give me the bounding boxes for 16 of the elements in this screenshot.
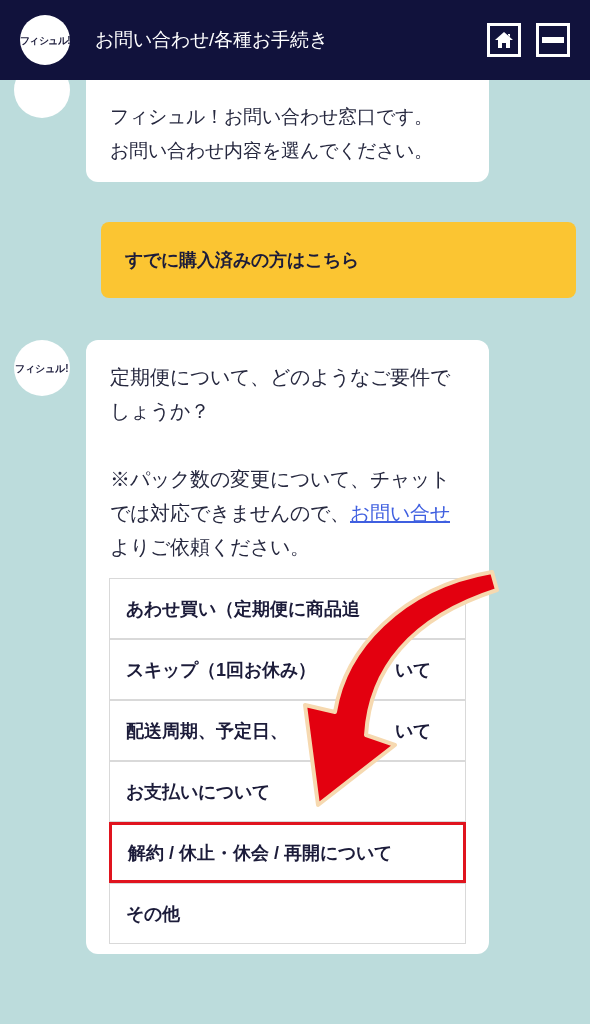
- minimize-button[interactable]: [536, 23, 570, 57]
- option-button[interactable]: その他: [109, 883, 466, 944]
- option-button[interactable]: お支払いについて: [109, 761, 466, 822]
- purchased-customer-button[interactable]: すでに購入済みの方はこちら: [101, 222, 576, 298]
- minimize-icon: [542, 37, 564, 43]
- header-title: お問い合わせ/各種お手続き: [95, 27, 329, 52]
- logo: フィシュル!: [20, 15, 70, 65]
- message-text: フィシュル！お問い合わせ窓口です。: [110, 105, 434, 129]
- message-text: ※パック数の変更について、チャットでは対応できませんので、お問い合せ よりご依頼ください。: [110, 467, 451, 560]
- option-button[interactable]: 解約 / 休止・休会 / 再開について: [109, 822, 466, 883]
- inquiry-link[interactable]: お問い合せ: [350, 502, 450, 524]
- message-text: お問い合わせ内容を選んでください。: [110, 139, 434, 163]
- message-text: 定期便について、どのようなご要件でしょうか？: [110, 365, 451, 424]
- avatar-logo-text: フィシュル!: [15, 361, 69, 376]
- home-button[interactable]: [487, 23, 521, 57]
- home-icon: [494, 31, 514, 49]
